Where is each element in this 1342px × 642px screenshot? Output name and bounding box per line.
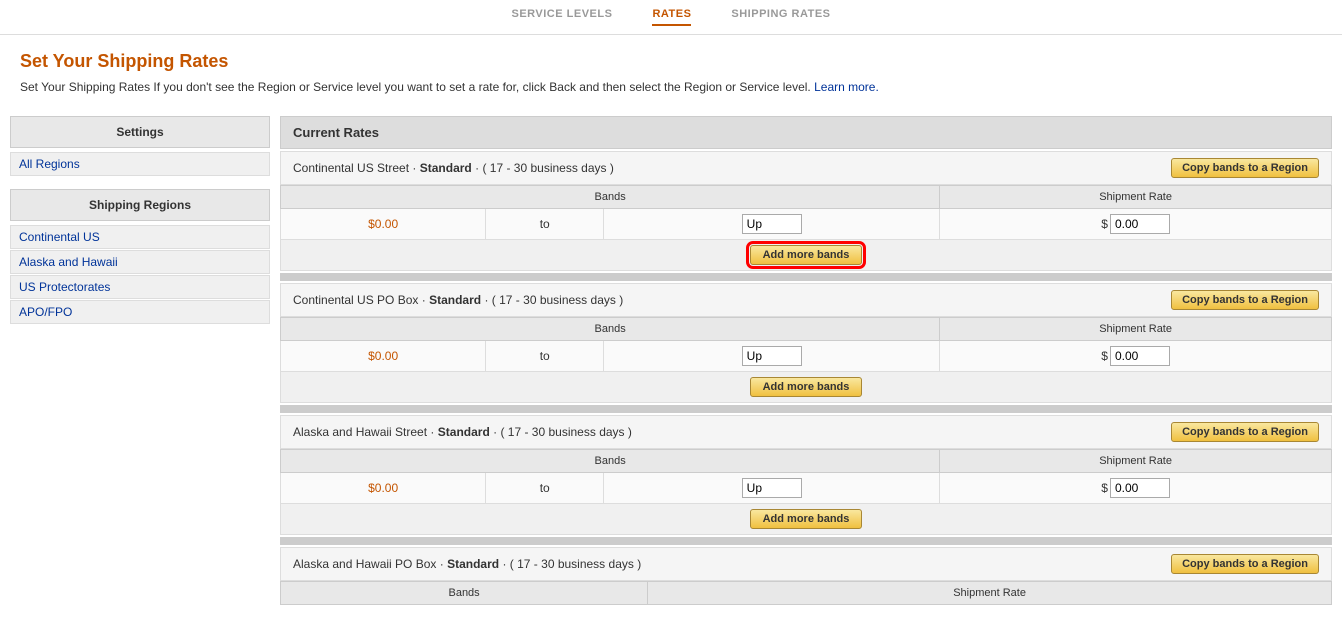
add-more-bands-btn-1[interactable]: Add more bands [750, 245, 863, 265]
rate-input-3[interactable] [1110, 478, 1170, 498]
to-label-2: to [486, 341, 604, 372]
from-amount-3: $0.00 [281, 473, 486, 504]
rate-title-3: Alaska and Hawaii Street · Standard · ( … [293, 425, 632, 439]
rate-title-row-3: Alaska and Hawaii Street · Standard · ( … [280, 415, 1332, 449]
shipment-rate-header-4: Shipment Rate [648, 582, 1332, 605]
sidebar: Settings All Regions Shipping Regions Co… [0, 116, 280, 607]
section-divider-2 [280, 405, 1332, 413]
shipment-rate-header-1: Shipment Rate [940, 186, 1332, 209]
rate-section-continental-us-po-box: Continental US PO Box · Standard · ( 17 … [280, 283, 1332, 403]
sidebar-us-protectorates[interactable]: US Protectorates [10, 275, 270, 299]
rate-title-row-4: Alaska and Hawaii PO Box · Standard · ( … [280, 547, 1332, 581]
nav-service-levels[interactable]: SERVICE LEVELS [512, 8, 613, 26]
rate-input-cell-2: $ [940, 341, 1332, 372]
sidebar-all-regions[interactable]: All Regions [10, 152, 270, 176]
up-input-cell-1 [604, 209, 940, 240]
settings-title: Settings [10, 116, 270, 148]
content-area: Current Rates Continental US Street · St… [280, 116, 1342, 607]
up-input-cell-2 [604, 341, 940, 372]
add-more-bands-btn-3[interactable]: Add more bands [750, 509, 863, 529]
copy-bands-btn-3[interactable]: Copy bands to a Region [1171, 422, 1319, 442]
bands-table-4: Bands Shipment Rate [280, 581, 1332, 605]
up-input-1[interactable] [742, 214, 802, 234]
add-more-row-1: Add more bands [281, 240, 1332, 271]
copy-bands-btn-4[interactable]: Copy bands to a Region [1171, 554, 1319, 574]
copy-bands-btn-1[interactable]: Copy bands to a Region [1171, 158, 1319, 178]
bands-table-3: Bands Shipment Rate $0.00 to $ [280, 449, 1332, 535]
page-title: Set Your Shipping Rates [20, 51, 1322, 72]
current-rates-header: Current Rates [280, 116, 1332, 149]
shipment-rate-header-2: Shipment Rate [940, 318, 1332, 341]
rate-input-cell-3: $ [940, 473, 1332, 504]
from-amount-1: $0.00 [281, 209, 486, 240]
copy-bands-btn-2[interactable]: Copy bands to a Region [1171, 290, 1319, 310]
rate-input-cell-1: $ [940, 209, 1332, 240]
bands-header-1: Bands [281, 186, 940, 209]
bands-header-3: Bands [281, 450, 940, 473]
main-layout: Settings All Regions Shipping Regions Co… [0, 116, 1342, 607]
rate-title-4: Alaska and Hawaii PO Box · Standard · ( … [293, 557, 641, 571]
to-label-3: to [486, 473, 604, 504]
nav-rates[interactable]: RATES [652, 8, 691, 26]
sidebar-continental-us[interactable]: Continental US [10, 225, 270, 249]
add-more-row-3: Add more bands [281, 504, 1332, 535]
learn-more-link[interactable]: Learn more. [814, 80, 879, 94]
from-amount-2: $0.00 [281, 341, 486, 372]
bands-header-2: Bands [281, 318, 940, 341]
rate-input-1[interactable] [1110, 214, 1170, 234]
up-input-3[interactable] [742, 478, 802, 498]
up-input-cell-3 [604, 473, 940, 504]
rate-title-row-2: Continental US PO Box · Standard · ( 17 … [280, 283, 1332, 317]
dollar-sign-2: $ [1101, 349, 1108, 363]
rate-input-2[interactable] [1110, 346, 1170, 366]
add-more-bands-btn-2[interactable]: Add more bands [750, 377, 863, 397]
sidebar-apo-fpo[interactable]: APO/FPO [10, 300, 270, 324]
shipment-rate-header-3: Shipment Rate [940, 450, 1332, 473]
rate-title-row-1: Continental US Street · Standard · ( 17 … [280, 151, 1332, 185]
table-row: $0.00 to $ [281, 209, 1332, 240]
section-divider-1 [280, 273, 1332, 281]
rate-title-1: Continental US Street · Standard · ( 17 … [293, 161, 614, 175]
nav-shipping-rates[interactable]: SHIPPING RATES [731, 8, 830, 26]
to-label-1: to [486, 209, 604, 240]
bands-table-1: Bands Shipment Rate $0.00 to $ [280, 185, 1332, 271]
up-input-2[interactable] [742, 346, 802, 366]
dollar-sign-1: $ [1101, 217, 1108, 231]
page-description: Set Your Shipping Rates If you don't see… [20, 78, 1322, 96]
bands-table-2: Bands Shipment Rate $0.00 to $ [280, 317, 1332, 403]
table-row: $0.00 to $ [281, 473, 1332, 504]
shipping-regions-title: Shipping Regions [10, 189, 270, 221]
top-navigation: SERVICE LEVELS RATES SHIPPING RATES [0, 0, 1342, 35]
sidebar-alaska-hawaii[interactable]: Alaska and Hawaii [10, 250, 270, 274]
bands-header-4: Bands [281, 582, 648, 605]
rate-section-continental-us-street: Continental US Street · Standard · ( 17 … [280, 151, 1332, 271]
rate-section-alaska-hawaii-street: Alaska and Hawaii Street · Standard · ( … [280, 415, 1332, 535]
rate-title-2: Continental US PO Box · Standard · ( 17 … [293, 293, 623, 307]
table-row: $0.00 to $ [281, 341, 1332, 372]
add-more-row-2: Add more bands [281, 372, 1332, 403]
rate-section-alaska-hawaii-po-box: Alaska and Hawaii PO Box · Standard · ( … [280, 547, 1332, 605]
section-divider-3 [280, 537, 1332, 545]
page-header: Set Your Shipping Rates Set Your Shippin… [0, 35, 1342, 106]
dollar-sign-3: $ [1101, 481, 1108, 495]
